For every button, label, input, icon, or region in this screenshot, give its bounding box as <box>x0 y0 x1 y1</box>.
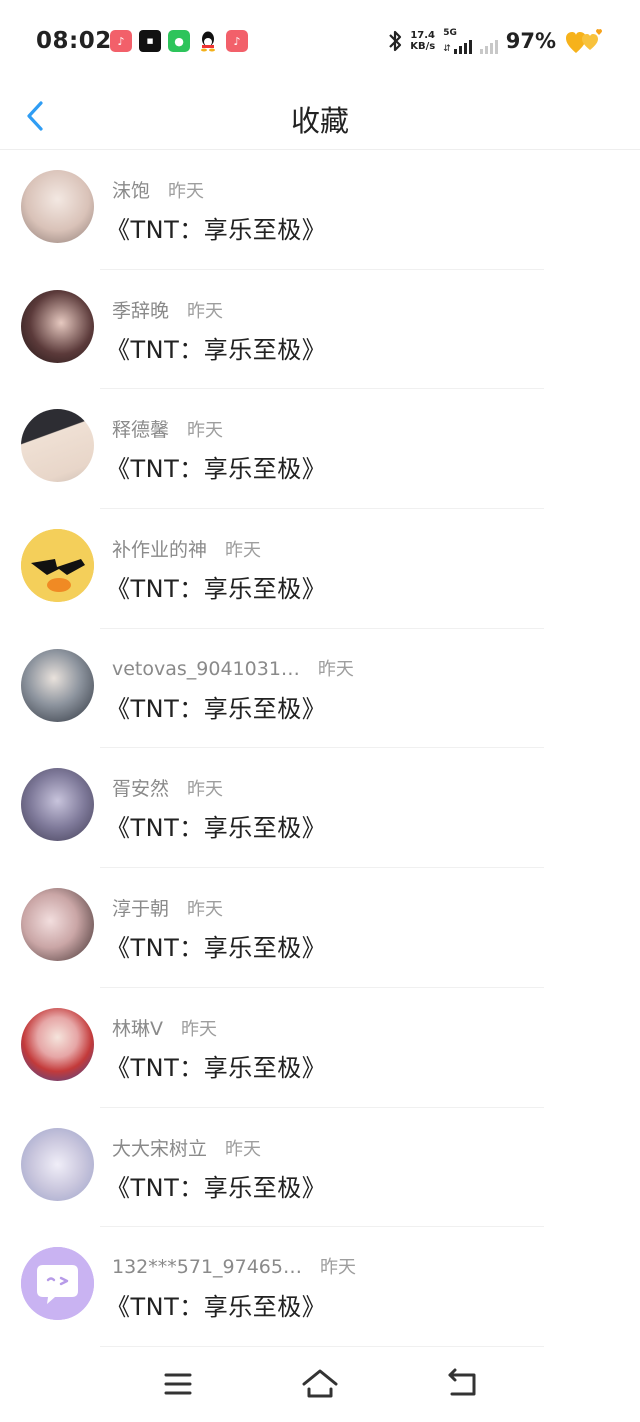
favorite-content[interactable]: 《TNT：享乐至极》 <box>106 210 326 245</box>
notification-icons: ♪ ■ ● ♪ <box>110 30 248 52</box>
username[interactable]: vetovas_9041031… <box>112 658 300 680</box>
list-item[interactable]: 沫饱 昨天 《TNT：享乐至极》 <box>0 150 640 270</box>
timestamp: 昨天 <box>181 1018 217 1040</box>
favorite-content[interactable]: 《TNT：享乐至极》 <box>106 330 326 365</box>
favorite-content[interactable]: 《TNT：享乐至极》 <box>106 1287 326 1322</box>
list-item[interactable]: 季辞晚 昨天 《TNT：享乐至极》 <box>0 270 640 390</box>
signal-bars-secondary-icon <box>479 38 498 54</box>
username[interactable]: 释德馨 <box>112 415 169 442</box>
timestamp: 昨天 <box>187 420 224 442</box>
hearts-battery-icon <box>566 29 602 53</box>
avatar[interactable] <box>21 289 94 363</box>
timestamp: 昨天 <box>225 540 262 562</box>
status-bar: 08:02 ♪ ■ ● ♪ 17.4 KB/s 5G ⇵ 97% <box>0 0 640 80</box>
signal-5g: 5G ⇵ <box>443 28 472 54</box>
avatar[interactable] <box>21 170 94 243</box>
username[interactable]: 季辞晚 <box>112 296 169 323</box>
username[interactable]: 沫饱 <box>112 176 150 203</box>
avatar[interactable] <box>21 1127 94 1201</box>
qq-icon <box>197 30 219 52</box>
battery-percent: 97% <box>505 29 556 53</box>
avatar[interactable] <box>21 409 94 483</box>
system-nav-bar <box>0 1348 640 1422</box>
avatar[interactable] <box>21 1007 94 1081</box>
timestamp: 昨天 <box>187 899 224 921</box>
list-item[interactable]: 胥安然 昨天 《TNT：享乐至极》 <box>0 748 640 869</box>
duck-avatar-icon <box>21 529 94 603</box>
list-item[interactable]: vetovas_9041031… 昨天 《TNT：享乐至极》 <box>0 629 640 749</box>
network-speed: 17.4 KB/s <box>410 30 436 52</box>
dewu-icon: ■ <box>139 30 161 52</box>
username[interactable]: 补作业的神 <box>112 535 207 562</box>
username[interactable]: 淳于朝 <box>112 894 169 921</box>
divider <box>100 1345 544 1347</box>
favorites-list: 沫饱 昨天 《TNT：享乐至极》 季辞晚 昨天 《TNT：享乐至极》 释德馨 昨天 《… <box>0 150 640 1347</box>
list-item[interactable]: 林琳V 昨天 《TNT：享乐至极》 <box>0 988 640 1108</box>
avatar[interactable] <box>21 529 94 603</box>
avatar[interactable] <box>21 1247 94 1321</box>
back-nav-icon[interactable] <box>442 1366 482 1402</box>
home-icon[interactable] <box>300 1366 340 1402</box>
douyin-icon-2: ♪ <box>226 30 248 52</box>
username[interactable]: 132***571_97465… <box>112 1256 302 1278</box>
list-item[interactable]: 补作业的神 昨天 《TNT：享乐至极》 <box>0 509 640 629</box>
list-item[interactable]: 132***571_97465… 昨天 《TNT：享乐至极》 <box>0 1227 640 1347</box>
favorite-content[interactable]: 《TNT：享乐至极》 <box>106 1048 326 1083</box>
favorite-content[interactable]: 《TNT：享乐至极》 <box>106 808 326 843</box>
bluetooth-icon <box>389 30 402 52</box>
list-item[interactable]: 释德馨 昨天 《TNT：享乐至极》 <box>0 389 640 510</box>
list-item[interactable]: 淳于朝 昨天 《TNT：享乐至极》 <box>0 868 640 988</box>
timestamp: 昨天 <box>168 181 205 202</box>
app-header: 收藏 <box>0 80 640 150</box>
douyin-icon: ♪ <box>110 30 132 52</box>
favorite-content[interactable]: 《TNT：享乐至极》 <box>106 449 326 484</box>
avatar[interactable] <box>21 648 94 722</box>
avatar[interactable] <box>21 768 94 842</box>
timestamp: 昨天 <box>319 1257 356 1279</box>
favorite-content[interactable]: 《TNT：享乐至极》 <box>106 569 326 604</box>
default-chat-avatar-icon <box>21 1247 94 1321</box>
timestamp: 昨天 <box>187 300 224 322</box>
favorite-content[interactable]: 《TNT：享乐至极》 <box>106 689 326 724</box>
list-item[interactable]: 大大宋树立 昨天 《TNT：享乐至极》 <box>0 1108 640 1228</box>
status-time: 08:02 <box>36 28 112 54</box>
menu-icon[interactable] <box>158 1366 198 1402</box>
username[interactable]: 胥安然 <box>112 774 169 801</box>
signal-bars-icon <box>453 38 472 54</box>
wechat-icon: ● <box>168 30 190 52</box>
timestamp: 昨天 <box>317 658 354 680</box>
avatar[interactable] <box>21 888 94 962</box>
page-title: 收藏 <box>290 104 349 138</box>
timestamp: 昨天 <box>225 1138 262 1160</box>
favorite-content[interactable]: 《TNT：享乐至极》 <box>106 1168 326 1203</box>
username[interactable]: 林琳V <box>112 1014 163 1041</box>
timestamp: 昨天 <box>187 779 224 801</box>
status-indicators: 17.4 KB/s 5G ⇵ 97% <box>388 26 604 56</box>
favorite-content[interactable]: 《TNT：享乐至极》 <box>106 928 326 963</box>
username[interactable]: 大大宋树立 <box>112 1134 207 1161</box>
